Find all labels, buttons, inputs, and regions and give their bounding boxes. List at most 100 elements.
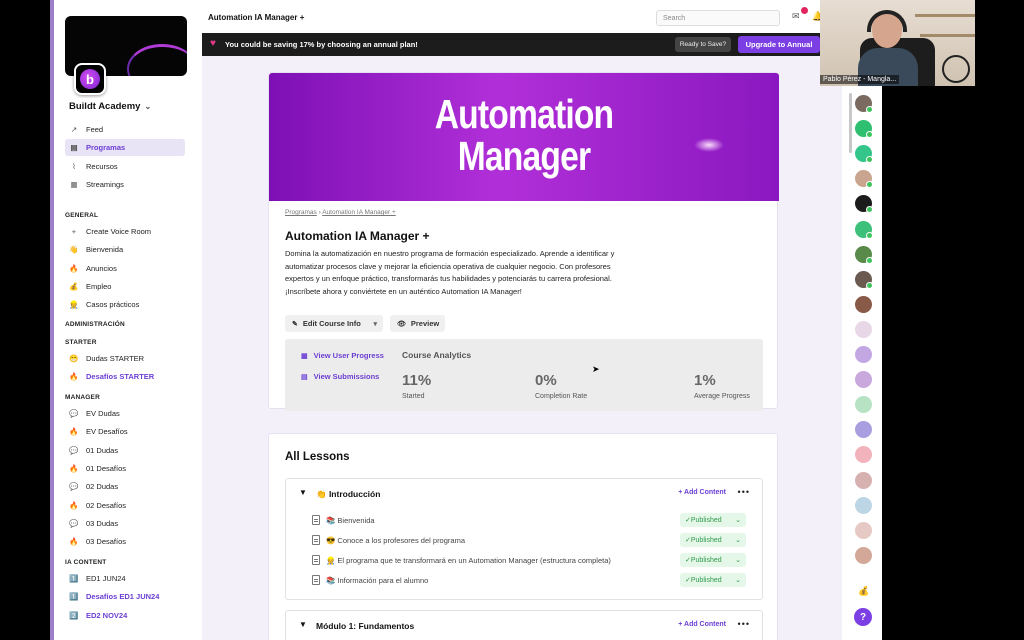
member-avatar[interactable] bbox=[855, 195, 873, 214]
member-avatar[interactable] bbox=[855, 446, 872, 464]
inbox-icon[interactable]: ✉ bbox=[792, 7, 808, 23]
member-avatar[interactable] bbox=[855, 371, 872, 389]
help-icon[interactable]: ? bbox=[854, 608, 872, 626]
sidebar-item[interactable]: 🔥 02 Desafíos bbox=[65, 497, 185, 514]
member-avatar[interactable] bbox=[855, 346, 872, 363]
member-avatar[interactable] bbox=[855, 295, 872, 313]
member-avatar[interactable] bbox=[855, 396, 872, 414]
sidebar-item[interactable]: 💬 02 Dudas bbox=[65, 478, 185, 495]
published-status-dropdown[interactable]: ✓ Published ⌄ bbox=[680, 513, 746, 527]
sidebar-item[interactable]: 2️⃣ ED2 NOV24 bbox=[65, 607, 185, 624]
lessons-card: All Lessons ▼ 👏 Introducción + Add Conte… bbox=[268, 433, 778, 640]
sidebar-item[interactable]: 💬 EV Dudas bbox=[65, 405, 185, 422]
lesson-row[interactable]: 📚 Información para el alumno ✓ Published ⌄ bbox=[312, 571, 752, 589]
sidebar-item[interactable]: 👋 Bienvenida bbox=[65, 241, 185, 258]
community-logo[interactable]: b bbox=[74, 63, 106, 95]
promo-bar: ♥ You could be saving 17% by choosing an… bbox=[202, 33, 876, 56]
chevron-down-icon: ⌄ bbox=[735, 517, 741, 524]
member-avatar[interactable] bbox=[855, 546, 872, 564]
published-status-dropdown[interactable]: ✓ Published ⌄ bbox=[680, 553, 746, 567]
lesson-title: 😎 Conoce a los profesores del programa bbox=[326, 536, 465, 545]
document-icon bbox=[312, 575, 320, 585]
member-avatar[interactable] bbox=[855, 145, 873, 164]
sidebar-item-feed[interactable]: ↗ Feed bbox=[65, 121, 185, 138]
sidebar-item[interactable]: 💬 03 Dudas bbox=[65, 515, 185, 532]
member-avatar[interactable] bbox=[855, 95, 873, 113]
members-rail: 💰 ? bbox=[842, 86, 882, 640]
sidebar-item-label: 02 Dudas bbox=[86, 482, 119, 492]
sidebar-item[interactable]: 1️⃣ Desafíos ED1 JUN24 bbox=[65, 588, 185, 605]
member-avatar[interactable] bbox=[855, 421, 872, 439]
module-header[interactable]: ▼ Módulo 1: Fundamentos + Add Content ••… bbox=[286, 611, 762, 639]
sidebar-item-label: Desafíos STARTER bbox=[86, 372, 155, 382]
chevron-down-icon: ⌄ bbox=[735, 577, 741, 584]
published-status-dropdown[interactable]: ✓ Published ⌄ bbox=[680, 573, 746, 587]
eye-icon: 👁 bbox=[397, 320, 406, 328]
member-avatar[interactable] bbox=[855, 496, 872, 514]
sidebar-item[interactable]: 🔥 EV Desafíos bbox=[65, 423, 185, 440]
edit-doc-icon: ▤ bbox=[301, 373, 308, 381]
module-fundamentos: ▼ Módulo 1: Fundamentos + Add Content ••… bbox=[285, 610, 763, 640]
sidebar-item-programas[interactable]: ▤ Programas bbox=[65, 139, 185, 157]
scrollbar[interactable] bbox=[849, 93, 852, 153]
app-window: b Buildt Academy ⌄ ↗ Feed ▤ Programas ⌇ Recurs… bbox=[50, 0, 880, 640]
search-input[interactable]: Search bbox=[656, 10, 780, 26]
sidebar-item[interactable]: 💬 01 Dudas bbox=[65, 442, 185, 459]
member-avatar[interactable] bbox=[855, 170, 873, 189]
main-content: Automation Manager Programas › Automatio… bbox=[202, 56, 846, 640]
view-user-progress-link[interactable]: ▦ View User Progress bbox=[301, 351, 384, 360]
sidebar-item[interactable]: 🔥 Desafíos STARTER bbox=[65, 368, 185, 385]
sidebar-item-label: Recursos bbox=[86, 161, 118, 171]
member-avatar[interactable] bbox=[855, 220, 873, 239]
chevron-down-icon[interactable]: ▼ bbox=[299, 488, 307, 497]
stat-started-value: 11% bbox=[402, 372, 432, 389]
lesson-title: 👷 El programa que te transformará en un … bbox=[326, 556, 611, 565]
add-content-button[interactable]: + Add Content bbox=[678, 489, 726, 496]
lesson-row[interactable]: 👷 El programa que te transformará en un … bbox=[312, 551, 752, 569]
sidebar-item-label: Desafíos ED1 JUN24 bbox=[86, 592, 160, 602]
member-avatar[interactable] bbox=[855, 120, 873, 139]
published-label: Published bbox=[690, 536, 722, 544]
paperclip-icon: ⌇ bbox=[72, 161, 76, 171]
sidebar-item-streamings[interactable]: ▦ Streamings bbox=[65, 176, 185, 193]
sidebar-item-label: Anuncios bbox=[86, 263, 117, 273]
chevron-down-icon[interactable]: ▾ bbox=[373, 320, 377, 328]
breadcrumb-course[interactable]: Automation IA Manager + bbox=[322, 209, 396, 216]
stat-started-label: Started bbox=[402, 393, 425, 400]
sidebar-item[interactable]: 🔥 01 Desafíos bbox=[65, 460, 185, 477]
published-status-dropdown[interactable]: ✓ Published ⌄ bbox=[680, 533, 746, 547]
sidebar-item-recursos[interactable]: ⌇ Recursos bbox=[65, 158, 185, 175]
more-options-icon[interactable]: ••• bbox=[738, 487, 750, 497]
sidebar-item[interactable]: + Create Voice Room bbox=[65, 223, 185, 240]
add-content-button[interactable]: + Add Content bbox=[678, 621, 726, 628]
more-options-icon[interactable]: ••• bbox=[738, 619, 750, 629]
preview-button[interactable]: 👁 Preview bbox=[390, 315, 445, 332]
ready-to-save-button[interactable]: Ready to Save? bbox=[675, 37, 731, 52]
sidebar-item[interactable]: 😁 Dudas STARTER bbox=[65, 350, 185, 367]
sidebar-item[interactable]: 1️⃣ ED1 JUN24 bbox=[65, 570, 185, 587]
lessons-title: All Lessons bbox=[285, 451, 350, 463]
channel-emoji-icon: 🔥 bbox=[69, 500, 79, 510]
sidebar-item-label: 02 Desafíos bbox=[86, 500, 127, 510]
sidebar-item[interactable]: 👷 Casos prácticos bbox=[65, 296, 185, 313]
money-bag-icon[interactable]: 💰 bbox=[858, 586, 869, 597]
sidebar-item[interactable]: 🔥 Anuncios bbox=[65, 260, 185, 277]
member-avatar[interactable] bbox=[855, 320, 872, 338]
sidebar-item[interactable]: 💰 Empleo bbox=[65, 278, 185, 295]
view-submissions-link[interactable]: ▤ View Submissions bbox=[301, 372, 379, 381]
member-avatar[interactable] bbox=[855, 270, 873, 289]
member-avatar[interactable] bbox=[855, 245, 873, 264]
upgrade-annual-button[interactable]: Upgrade to Annual bbox=[738, 36, 820, 53]
member-avatar[interactable] bbox=[855, 471, 872, 489]
chevron-down-icon[interactable]: ▼ bbox=[299, 620, 307, 629]
breadcrumb-programas[interactable]: Programas bbox=[285, 209, 317, 216]
module-header[interactable]: ▼ 👏 Introducción + Add Content ••• bbox=[286, 479, 762, 507]
sidebar-item[interactable]: 🔥 03 Desafíos bbox=[65, 533, 185, 550]
edit-course-button[interactable]: ✎ Edit Course Info ▾ bbox=[285, 315, 383, 332]
community-switcher[interactable]: Buildt Academy ⌄ bbox=[69, 101, 151, 112]
member-avatar[interactable] bbox=[855, 521, 872, 539]
channel-emoji-icon: 👋 bbox=[69, 245, 79, 255]
lesson-row[interactable]: 📚 Bienvenida ✓ Published ⌄ bbox=[312, 511, 752, 529]
channel-emoji-icon: 👷 bbox=[69, 300, 79, 310]
lesson-row[interactable]: 😎 Conoce a los profesores del programa ✓ … bbox=[312, 531, 752, 549]
